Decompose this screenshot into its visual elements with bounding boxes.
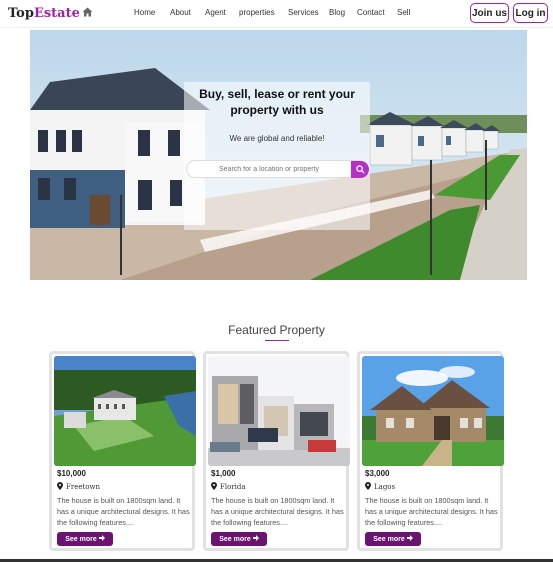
property-location: Lagos (365, 482, 395, 492)
nav-sell[interactable]: Sell (397, 8, 417, 17)
search-icon (355, 161, 365, 179)
log-in-button[interactable]: Log in (513, 3, 548, 23)
nav-contact[interactable]: Contact (357, 8, 397, 17)
title-underline (265, 340, 289, 341)
nav-blog[interactable]: Blog (329, 8, 357, 17)
nav-about[interactable]: About (170, 8, 205, 17)
logo[interactable]: Top Estate (8, 6, 93, 21)
property-description: The house is built on 1800sqm land. It h… (57, 496, 190, 527)
property-price: $10,000 (57, 469, 86, 478)
nav-properties[interactable]: properties (239, 8, 288, 17)
property-image[interactable] (208, 356, 350, 466)
hero-overlay: Buy, sell, lease or rent your property w… (184, 82, 370, 230)
location-pin-icon (365, 482, 371, 492)
nav-agent[interactable]: Agent (205, 8, 239, 17)
property-card[interactable]: $10,000 Freetown The house is built on 1… (49, 351, 196, 551)
arrow-right-icon (252, 535, 259, 543)
logo-text: Top (8, 6, 34, 21)
property-price: $1,000 (211, 469, 236, 478)
location-pin-icon (57, 482, 63, 492)
house-icon (82, 6, 93, 21)
logo-accent-text: Estate (33, 6, 80, 21)
see-more-button[interactable]: See more (365, 532, 421, 546)
location-text: Lagos (374, 483, 396, 491)
join-us-button[interactable]: Join us (470, 3, 509, 23)
see-more-button[interactable]: See more (57, 532, 113, 546)
search-button[interactable] (351, 161, 369, 178)
see-more-label: See more (219, 535, 251, 543)
arrow-right-icon (406, 535, 413, 543)
property-card[interactable]: $3,000 Lagos The house is built on 1800s… (357, 351, 504, 551)
property-description: The house is built on 1800sqm land. It h… (211, 496, 344, 527)
see-more-label: See more (373, 535, 405, 543)
featured-title: Featured Property (228, 323, 325, 337)
hero-title: Buy, sell, lease or rent your property w… (199, 87, 355, 117)
see-more-button[interactable]: See more (211, 532, 267, 546)
nav-services[interactable]: Services (288, 8, 329, 17)
search-bar (186, 160, 369, 178)
nav-home[interactable]: Home (134, 8, 170, 17)
location-text: Freetown (66, 483, 101, 491)
search-input[interactable] (193, 163, 345, 176)
hero-subtitle: We are global and reliable! (229, 134, 325, 143)
property-image[interactable] (54, 356, 196, 466)
property-location: Freetown (57, 482, 100, 492)
main-nav: Home About Agent properties Services Blo… (134, 8, 417, 17)
location-pin-icon (211, 482, 217, 492)
property-card[interactable]: $1,000 Florida The house is built on 180… (203, 351, 350, 551)
arrow-right-icon (98, 535, 105, 543)
hero-banner: Buy, sell, lease or rent your property w… (30, 30, 527, 280)
see-more-label: See more (65, 535, 97, 543)
site-header: Top Estate Home About Agent properties Se… (0, 0, 553, 28)
property-image[interactable] (362, 356, 504, 466)
property-description: The house is built on 1800sqm land. It h… (365, 496, 498, 527)
location-text: Florida (220, 483, 246, 491)
property-location: Florida (211, 482, 246, 492)
property-price: $3,000 (365, 469, 390, 478)
